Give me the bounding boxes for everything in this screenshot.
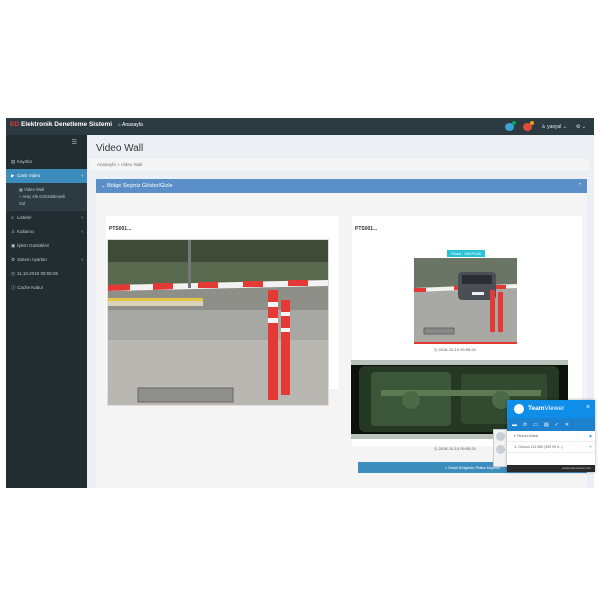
app-brand[interactable]: ED Elektronik Denetleme Sistemi ⌂ Anasayf… <box>10 121 143 128</box>
chevron-left-icon: ‹ <box>81 257 83 263</box>
teamviewer-side-panel <box>493 429 508 467</box>
sidebar-subitem-video-wall[interactable]: ▦ Video Wall <box>6 186 87 193</box>
chevron-left-icon: ‹ <box>81 215 83 221</box>
camera-card-left: PTS001... <box>106 216 339 406</box>
close-small-icon[interactable]: ✕ <box>565 422 569 428</box>
region-toggle-bar[interactable]: ⌄ Bölge Seçiniz Göster/Gizle ⌃ <box>96 179 587 193</box>
live-camera-view[interactable] <box>107 239 329 406</box>
page-title: Video Wall <box>96 143 144 154</box>
sidebar-item-islem-gunlukleri[interactable]: ▣ İşlem Günlükleri <box>6 239 87 253</box>
home-icon: ⌂ <box>117 122 121 128</box>
file-icon[interactable]: ▭ <box>533 422 538 428</box>
sidebar-item-kayitlar[interactable]: ▤ Kayıtlar <box>6 155 87 169</box>
teamviewer-footer[interactable]: www.teamviewer.com <box>507 465 595 472</box>
triangle-icon: ▾ <box>514 434 516 438</box>
collapse-icon[interactable]: ⌃ <box>577 179 582 193</box>
sidebar-submenu: ▦ Video Wall ○ Araç Altı Görüntülemeli S… <box>6 183 87 211</box>
avatar <box>496 432 505 441</box>
sidebar-item-clock: ◷ 11.10.2018 09:55:06 <box>6 267 87 281</box>
top-navbar: ED Elektronik Denetleme Sistemi ⌂ Anasayf… <box>6 118 594 135</box>
sidebar-item-listeler[interactable]: ≡ Listeler ‹ <box>6 211 87 225</box>
refresh-icon[interactable]: ⟳ <box>523 422 527 428</box>
teamviewer-session-list[interactable]: ▾ Oturum listesi ◉ <box>507 431 595 442</box>
chevron-down-icon: ⌄ <box>562 123 567 130</box>
top-right-tools: ♙ yasyal ⌄ ⚙ ⌄ <box>505 120 586 132</box>
sidebar-item-canli-video[interactable]: ▶ Canlı Video ‹ <box>6 169 87 183</box>
close-icon[interactable]: × <box>586 404 590 411</box>
sidebar: ☰ ▤ Kayıtlar ▶ Canlı Video ‹ ▦ Video Wall ○… <box>6 135 87 488</box>
teamviewer-title: TeamViewer <box>528 405 565 412</box>
teamviewer-toolbar: ▬ ⟳ ▭ ▤ ✓ ✕ <box>507 418 595 431</box>
chevron-down-icon: ⌄ <box>101 183 106 189</box>
sidebar-item-sistem-ayarlari[interactable]: ⚙ Sistem Ayarları ‹ <box>6 253 87 267</box>
check-icon[interactable]: ✓ <box>555 422 559 428</box>
car-scene <box>414 258 517 342</box>
app-logo: ED <box>10 121 20 128</box>
sidebar-item-kullanici[interactable]: ♙ Kullanıcı ‹ <box>6 225 87 239</box>
monitor-icon[interactable]: ▬ <box>512 422 517 428</box>
teamviewer-logo-icon <box>514 404 524 414</box>
teamviewer-session-item[interactable]: ♙ Oturum 113 865 (395 09 6...) ✎ <box>507 442 595 453</box>
avatar <box>496 445 505 454</box>
eye-icon[interactable]: ◉ <box>589 431 592 441</box>
sidebar-menu: ▤ Kayıtlar ▶ Canlı Video ‹ ▦ Video Wall ○ A… <box>6 155 87 295</box>
messages-icon[interactable] <box>505 120 517 131</box>
settings-menu[interactable]: ⚙ ⌄ <box>576 124 586 130</box>
plate-badge: Plaka : 06KP436 <box>447 250 485 257</box>
chevron-left-icon: ‹ <box>81 229 83 235</box>
app-title: Elektronik Denetleme Sistemi <box>21 121 113 128</box>
under-timestamp: ◷ 2018-10-10 09:55:24 <box>434 446 476 451</box>
sidebar-item-cache[interactable]: ⓘ Cache Kabul <box>6 281 87 295</box>
chevron-down-icon: ‹ <box>81 173 83 179</box>
user-menu[interactable]: ♙ yasyal ⌄ <box>541 124 567 130</box>
teamviewer-window: TeamViewer × ▬ ⟳ ▭ ▤ ✓ ✕ ▾ Oturum listes… <box>507 400 595 472</box>
clock-icon: ◷ <box>434 446 438 451</box>
plate-capture-image[interactable] <box>414 258 517 344</box>
plate-timestamp: ◷ 2018-10-10 09:55:24 <box>434 347 476 352</box>
teamviewer-header: TeamViewer × <box>507 400 595 418</box>
pin-icon[interactable]: ✎ <box>589 442 592 452</box>
sidebar-subitem-arac-alti[interactable]: ○ Araç Altı Görüntülemeli <box>6 193 87 200</box>
chat-icon[interactable]: ▤ <box>544 422 549 428</box>
camera-label: PTS001... <box>355 226 378 232</box>
notifications-icon[interactable] <box>523 120 535 131</box>
barrier-scene <box>108 240 328 405</box>
menu-toggle-icon[interactable]: ☰ <box>72 139 77 146</box>
gear-icon: ⚙ <box>575 123 581 130</box>
grid-icon: ▦ <box>19 187 23 192</box>
search-icon: ⌕ <box>444 465 448 470</box>
user-icon: ♙ <box>541 123 546 130</box>
user-icon: ♙ <box>514 445 518 449</box>
breadcrumb[interactable]: Anasayfa > Video Wall <box>89 159 589 170</box>
camera-label: PTS001... <box>109 226 132 232</box>
clock-icon: ◷ <box>434 347 438 352</box>
home-link[interactable]: ⌂ Anasayfa <box>118 122 143 128</box>
sidebar-subitem-sol[interactable]: Sol <box>6 200 87 207</box>
chevron-down-icon: ⌄ <box>581 123 586 130</box>
